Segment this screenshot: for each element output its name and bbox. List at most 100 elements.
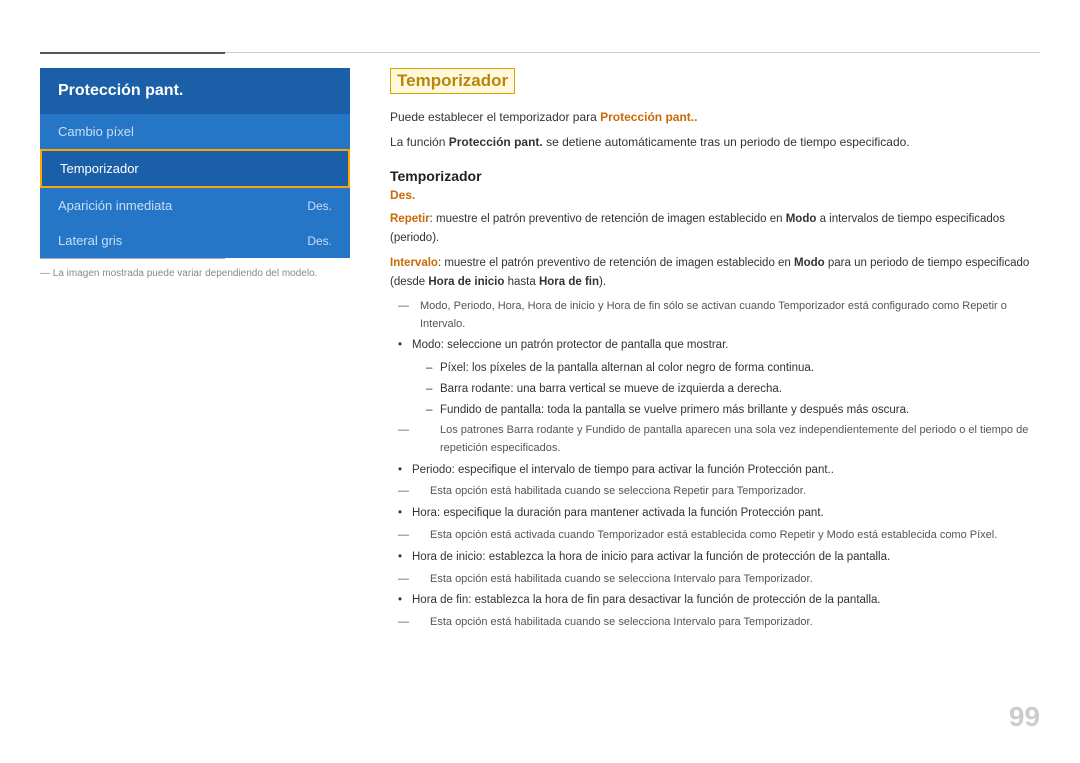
hora-inicio-bullet-label: Hora de inicio [412,551,482,563]
intervalo-label: Intervalo [390,257,438,269]
sidebar-item-label: Temporizador [60,161,139,176]
main-content: Temporizador Puede establecer el tempori… [390,68,1040,635]
sidebar-divider [40,258,225,259]
pixel-text: : los píxeles de la pantalla alternan al… [466,362,814,374]
hora-fin-note-text2: para [716,616,744,628]
hora-fin-bold: Hora de fin [539,276,599,288]
modo-note-text1: Los patrones [440,424,507,436]
periodo-note-dash: Esta opción está habilitada cuando se se… [390,483,1040,501]
temporizador-note5: Temporizador [744,616,810,628]
hora-inicio-note-text2: para [716,573,744,585]
repetir-label: Repetir [390,213,430,225]
hora-fin-bullet-text: : establezca la hora de fin para desacti… [468,594,880,606]
barra-text: : una barra vertical se mueve de izquier… [510,383,782,395]
intro-para-1: Puede establecer el temporizador para Pr… [390,108,1040,127]
modo-bullet-label: Modo [412,339,441,351]
sidebar-item-cambio-pixel[interactable]: Cambio píxel [40,114,350,149]
des-label: Des. [390,188,1040,202]
fundido-bold-note: Fundido de pantalla [586,424,683,436]
intervalo-note: Intervalo [420,318,462,330]
hora-inicio-bullet-text: : establezca la hora de inicio para acti… [482,551,890,563]
modo-bold2: Modo [794,257,825,269]
fundido-text: : toda la pantalla se vuelve primero más… [541,404,909,416]
hora-note-text2: está establecida como [664,529,780,541]
sidebar-item-aparicion[interactable]: Aparición inmediata Des. [40,188,350,223]
intro-bold-2: Protección pant. [449,135,543,149]
sidebar: Protección pant. Cambio píxel Temporizad… [40,68,350,258]
hora-note-dash: Esta opción está activada cuando Tempori… [390,527,1040,545]
sidebar-item-value: Des. [307,234,332,248]
periodo-note-text1: Esta opción está habilitada cuando se se… [430,485,673,497]
intervalo-text: : muestre el patrón preventivo de retenc… [438,257,794,269]
barra-bold-note: Barra rodante [507,424,574,436]
periodo-bullet-label: Periodo [412,464,452,476]
hora-note-text5: . [994,529,997,541]
intervalo-note3: Intervalo [673,616,715,628]
repetir-text: : muestre el patrón preventivo de retenc… [430,213,786,225]
hora-note-text4: está establecida como [854,529,970,541]
hora-fin-note-text3: . [810,616,813,628]
intro-para-2: La función Protección pant. se detiene a… [390,133,1040,152]
top-line-short [40,52,225,54]
bullet-hora-fin: Hora de fin: establezca la hora de fin p… [390,591,1040,610]
note-text3: o [998,300,1007,312]
modo-note: Modo [420,300,448,312]
sidebar-note: ― La imagen mostrada puede variar depend… [40,268,317,279]
sidebar-item-lateral[interactable]: Lateral gris Des. [40,223,350,258]
page-number: 99 [1009,701,1040,733]
note-text1: sólo se activan cuando [660,300,778,312]
note-dash-1: Modo, Periodo, Hora, Hora de inicio y Ho… [390,298,1040,333]
modo-bold: Modo [786,213,817,225]
temporizador-note4: Temporizador [744,573,810,585]
hora-inicio-note-dash: Esta opción está habilitada cuando se se… [390,571,1040,589]
bullet-modo: Modo: seleccione un patrón protector de … [390,336,1040,355]
hora-bullet-label: Hora [412,507,437,519]
bullet-periodo: Periodo: especifique el intervalo de tie… [390,461,1040,480]
fundido-item: Fundido de pantalla: toda la pantalla se… [390,401,1040,420]
note-sep4: y [595,300,607,312]
sidebar-item-temporizador[interactable]: Temporizador [40,149,350,188]
note-text2: está configurado como [845,300,962,312]
hora-inicio-note-text1: Esta opción está habilitada cuando se se… [430,573,673,585]
hora-note-text1: Esta opción está activada cuando [430,529,597,541]
hora-note-text3: y [815,529,827,541]
hora-bullet-text: : especifique la duración para mantener … [437,507,741,519]
sidebar-item-value: Des. [307,199,332,213]
sidebar-item-label: Cambio píxel [58,124,134,139]
sub-section-title: Temporizador [390,168,1040,184]
intervalo-text4: ). [599,276,606,288]
repetir-note: Repetir [962,300,997,312]
barra-item: Barra rodante: una barra vertical se mue… [390,380,1040,399]
periodo-bullet-text: : especifique el intervalo de tiempo par… [452,464,748,476]
modo-note3: Modo [827,529,855,541]
hora-fin-bullet-label: Hora de fin [412,594,468,606]
periodo-note-text2: para [709,485,737,497]
pixel-note: Píxel [970,529,994,541]
periodo-note: Periodo [454,300,492,312]
proteccion-bold: Protección pant.. [748,464,834,476]
barra-label: Barra rodante [440,383,510,395]
hora-fin-note: Hora de fin [607,300,661,312]
section-title: Temporizador [390,68,515,94]
intervalo-block: Intervalo: muestre el patrón preventivo … [390,254,1040,292]
pixel-label: Píxel [440,362,466,374]
sidebar-item-label: Lateral gris [58,233,122,248]
hora-inicio-note-text3: . [810,573,813,585]
pixel-item: Píxel: los píxeles de la pantalla altern… [390,359,1040,378]
temporizador-note3: Temporizador [597,529,664,541]
proteccion-bold2: Protección pant. [741,507,824,519]
modo-note-dash: Los patrones Barra rodante y Fundido de … [390,422,1040,457]
intro-bold-1: Protección pant.. [600,110,697,124]
periodo-note-text3: . [803,485,806,497]
hora-inicio-bold: Hora de inicio [428,276,504,288]
intro-text-2b: se detiene automáticamente tras un perio… [543,135,910,149]
intervalo-note2: Intervalo [673,573,715,585]
intervalo-text3: hasta [504,276,539,288]
repetir-note3: Repetir [780,529,815,541]
bullet-hora-inicio: Hora de inicio: establezca la hora de in… [390,548,1040,567]
hora-note: Hora [498,300,522,312]
fundido-label: Fundido de pantalla [440,404,541,416]
repetir-note2: Repetir [673,485,708,497]
sidebar-item-label: Aparición inmediata [58,198,172,213]
temporizador-note: Temporizador [778,300,845,312]
